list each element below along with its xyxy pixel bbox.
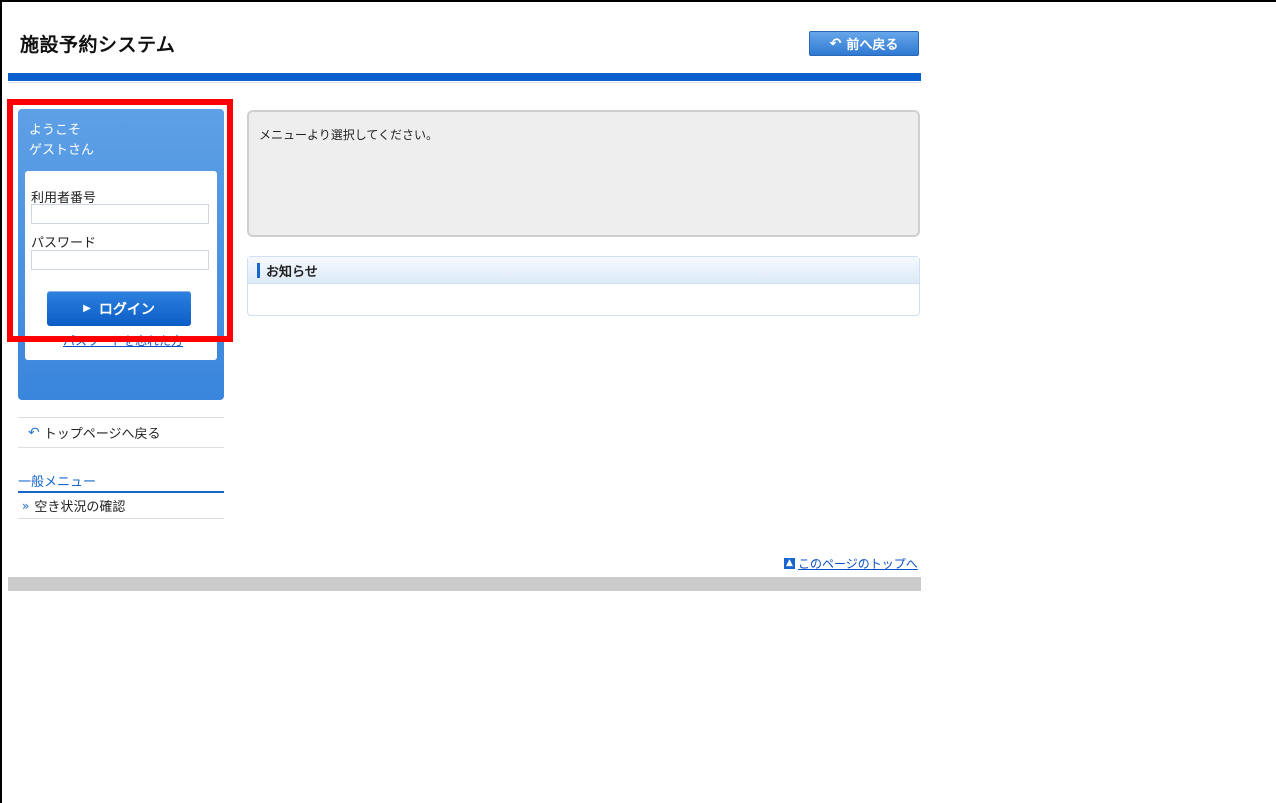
- arrow-up-icon: ▲: [784, 558, 795, 569]
- news-panel: お知らせ: [247, 256, 920, 316]
- back-button[interactable]: ↶ 前へ戻る: [809, 31, 919, 56]
- news-header: お知らせ: [248, 257, 919, 284]
- message-box: メニューより選択してください。: [247, 110, 920, 237]
- login-button[interactable]: ▶ ログイン: [47, 291, 191, 326]
- double-chevron-icon: »: [22, 498, 30, 513]
- app-title: 施設予約システム: [20, 34, 176, 56]
- return-arrow-icon: ↶: [28, 424, 40, 441]
- welcome-message: ようこそ ゲストさん: [29, 121, 94, 161]
- news-title: お知らせ: [266, 264, 318, 280]
- menu-item-label: 空き状況の確認: [34, 500, 126, 515]
- page-top-link-label: このページのトップへ: [798, 557, 918, 571]
- page-top-link[interactable]: ▲ このページのトップへ: [784, 555, 918, 572]
- footer-bar: [8, 577, 921, 591]
- guest-name: ゲストさん: [29, 143, 95, 158]
- top-page-link-label: トップページへ戻る: [43, 427, 161, 442]
- password-input[interactable]: [31, 250, 209, 270]
- return-arrow-icon: ↶: [829, 35, 842, 52]
- welcome-line: ようこそ: [29, 123, 82, 138]
- login-form: 利用者番号 パスワード ▶ ログイン パスワードを忘れた方: [25, 171, 217, 360]
- login-panel: ようこそ ゲストさん 利用者番号 パスワード ▶ ログイン パスワードを忘れた方: [18, 109, 224, 400]
- message-text: メニューより選択してください。: [259, 128, 439, 142]
- user-id-input[interactable]: [31, 204, 209, 224]
- back-button-label: 前へ戻る: [846, 38, 899, 53]
- forgot-password-link[interactable]: パスワードを忘れた方: [63, 332, 183, 349]
- heading-accent-bar: [257, 262, 260, 278]
- menu-item-availability[interactable]: » 空き状況の確認: [18, 493, 224, 519]
- login-button-label: ログイン: [98, 301, 155, 318]
- play-triangle-icon: ▶: [83, 303, 91, 314]
- header-divider: [8, 73, 921, 81]
- password-label: パスワード: [31, 236, 97, 251]
- general-menu-heading: 一般メニュー: [18, 471, 224, 493]
- top-page-link[interactable]: ↶ トップページへ戻る: [18, 417, 224, 448]
- header-line: [8, 82, 921, 83]
